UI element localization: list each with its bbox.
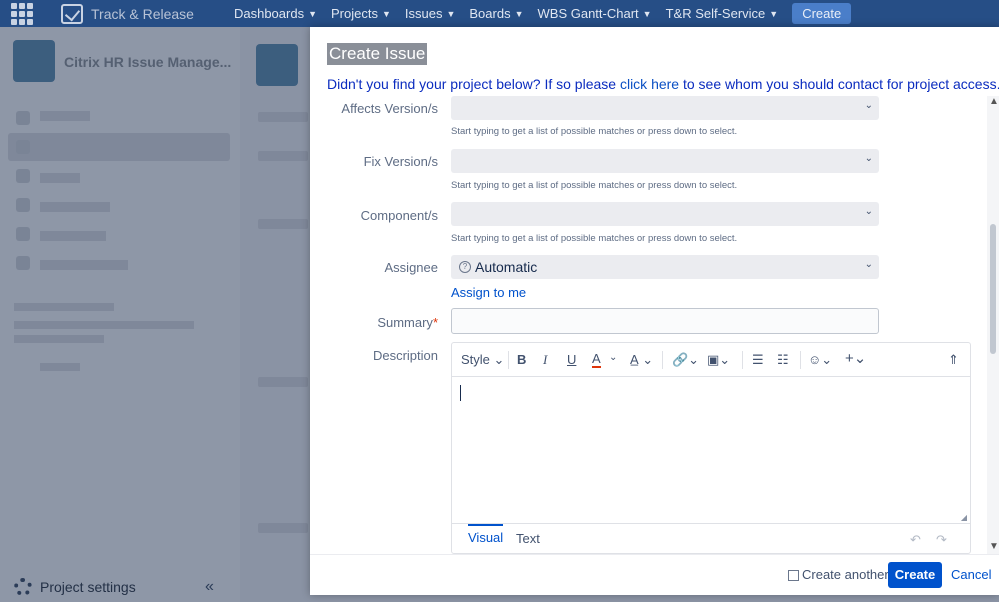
project-settings-label: Project settings [40,579,136,595]
main-content-background [240,27,310,602]
create-another-label[interactable]: Create another [802,567,889,582]
scroll-up-icon[interactable]: ▲ [989,96,999,107]
chevron-down-icon: ▼ [308,8,317,19]
create-issue-dialog: Create Issue Didn't you find your projec… [310,27,999,595]
scroll-down-icon[interactable]: ▼ [989,541,999,552]
bold-icon[interactable]: B [517,352,526,367]
assignee-value: Automatic [475,259,538,275]
fix-version-label: Fix Version/s [363,154,438,169]
gear-icon [14,578,32,596]
description-editor[interactable]: Style ⌄ B I U A ⌄ A̲ ⌄ 🔗⌄ ▣⌄ ☰ ☷ ☺⌄ +⌄ ⇑ [451,342,971,554]
summary-input[interactable] [451,308,879,334]
tab-visual[interactable]: Visual [468,524,504,545]
project-name: Citrix HR Issue Manage... [64,54,232,70]
project-settings-link[interactable]: Project settings [14,578,136,596]
chevron-down-icon: ▼ [446,8,456,19]
component-select[interactable]: ⌄ [451,202,879,226]
user-icon: ? [459,261,471,273]
editor-toolbar: Style ⌄ B I U A ⌄ A̲ ⌄ 🔗⌄ ▣⌄ ☰ ☷ ☺⌄ +⌄ ⇑ [452,343,970,377]
track-release-logo-icon[interactable] [61,3,83,24]
nav-projects[interactable]: Projects ▼ [331,6,391,21]
chevron-down-icon[interactable]: ⌄ [609,352,617,363]
nav-tr-self-service[interactable]: T&R Self-Service ▼ [666,6,779,21]
nav-create-button[interactable]: Create [792,3,852,24]
project-access-notice: Didn't you find your project below? If s… [327,76,999,92]
bullet-list-icon[interactable]: ☰ [752,352,764,368]
attachment-icon[interactable]: ▣⌄ [707,352,730,368]
dialog-body[interactable]: Affects Version/s ⌄ Start typing to get … [310,96,999,554]
affects-version-hint: Start typing to get a list of possible m… [451,126,738,137]
resize-handle-icon[interactable]: ◢ [961,513,967,522]
top-navigation: Track & Release Dashboards ▼ Projects ▼ Is… [0,0,999,27]
fix-version-select[interactable]: ⌄ [451,149,879,173]
dialog-scrollbar[interactable]: ▲ ▼ [987,96,999,554]
style-dropdown[interactable]: Style ⌄ [461,352,504,368]
dialog-footer: Create another Create Cancel [310,554,999,595]
chevron-down-icon: ⌄ [864,100,873,111]
chevron-down-icon: ⌄ [864,206,873,217]
project-avatar [13,40,55,82]
app-switcher-icon[interactable] [11,2,33,25]
collapse-sidebar-icon[interactable]: « [205,578,214,596]
click-here-link[interactable]: click here [620,76,679,92]
project-sidebar: Citrix HR Issue Manage... [0,27,240,602]
description-label: Description [372,348,438,363]
redo-icon[interactable]: ↷ [936,532,947,548]
collapse-toolbar-icon[interactable]: ⇑ [948,352,959,368]
affects-version-select[interactable]: ⌄ [451,96,879,120]
affects-version-label: Affects Version/s [341,101,438,116]
emoji-icon[interactable]: ☺⌄ [808,352,832,368]
insert-more-icon[interactable]: +⌄ [845,349,866,367]
assignee-label: Assignee [384,260,438,275]
scrollbar-thumb[interactable] [990,224,996,354]
chevron-down-icon: ▼ [514,8,524,19]
cancel-button[interactable]: Cancel [951,567,991,582]
assignee-select[interactable]: ? Automatic ⌄ [451,255,879,279]
chevron-down-icon: ▼ [642,8,652,19]
numbered-list-icon[interactable]: ☷ [777,352,789,368]
required-marker: * [432,315,438,330]
text-color-icon[interactable]: A [592,352,601,368]
fix-version-hint: Start typing to get a list of possible m… [451,180,738,191]
assign-to-me-link[interactable]: Assign to me [451,285,526,300]
chevron-down-icon: ⌄ [864,153,873,164]
nav-boards[interactable]: Boards ▼ [469,6,523,21]
underline-icon[interactable]: U [567,352,576,367]
chevron-down-icon: ⌄ [864,259,873,270]
component-label: Component/s [360,208,438,223]
app-title[interactable]: Track & Release [91,6,194,22]
create-button[interactable]: Create [888,562,942,588]
nav-issues[interactable]: Issues ▼ [405,6,456,21]
editor-mode-tabs: Visual Text ↶ ↷ [452,523,970,553]
text-cursor [460,385,461,401]
dialog-title: Create Issue [327,43,428,65]
project-header-avatar [256,44,298,86]
create-another-checkbox[interactable] [788,570,799,581]
nav-dashboards[interactable]: Dashboards ▼ [234,6,317,21]
chevron-down-icon: ▼ [381,8,391,19]
tab-text[interactable]: Text [516,531,540,546]
text-effects-icon[interactable]: A̲ ⌄ [630,352,653,368]
chevron-down-icon: ▼ [769,8,779,19]
italic-icon[interactable]: I [543,352,547,368]
link-icon[interactable]: 🔗⌄ [672,352,699,368]
nav-wbs-gantt-chart[interactable]: WBS Gantt-Chart ▼ [538,6,652,21]
undo-icon[interactable]: ↶ [910,532,921,548]
component-hint: Start typing to get a list of possible m… [451,233,738,244]
summary-label: Summary* [377,315,438,330]
